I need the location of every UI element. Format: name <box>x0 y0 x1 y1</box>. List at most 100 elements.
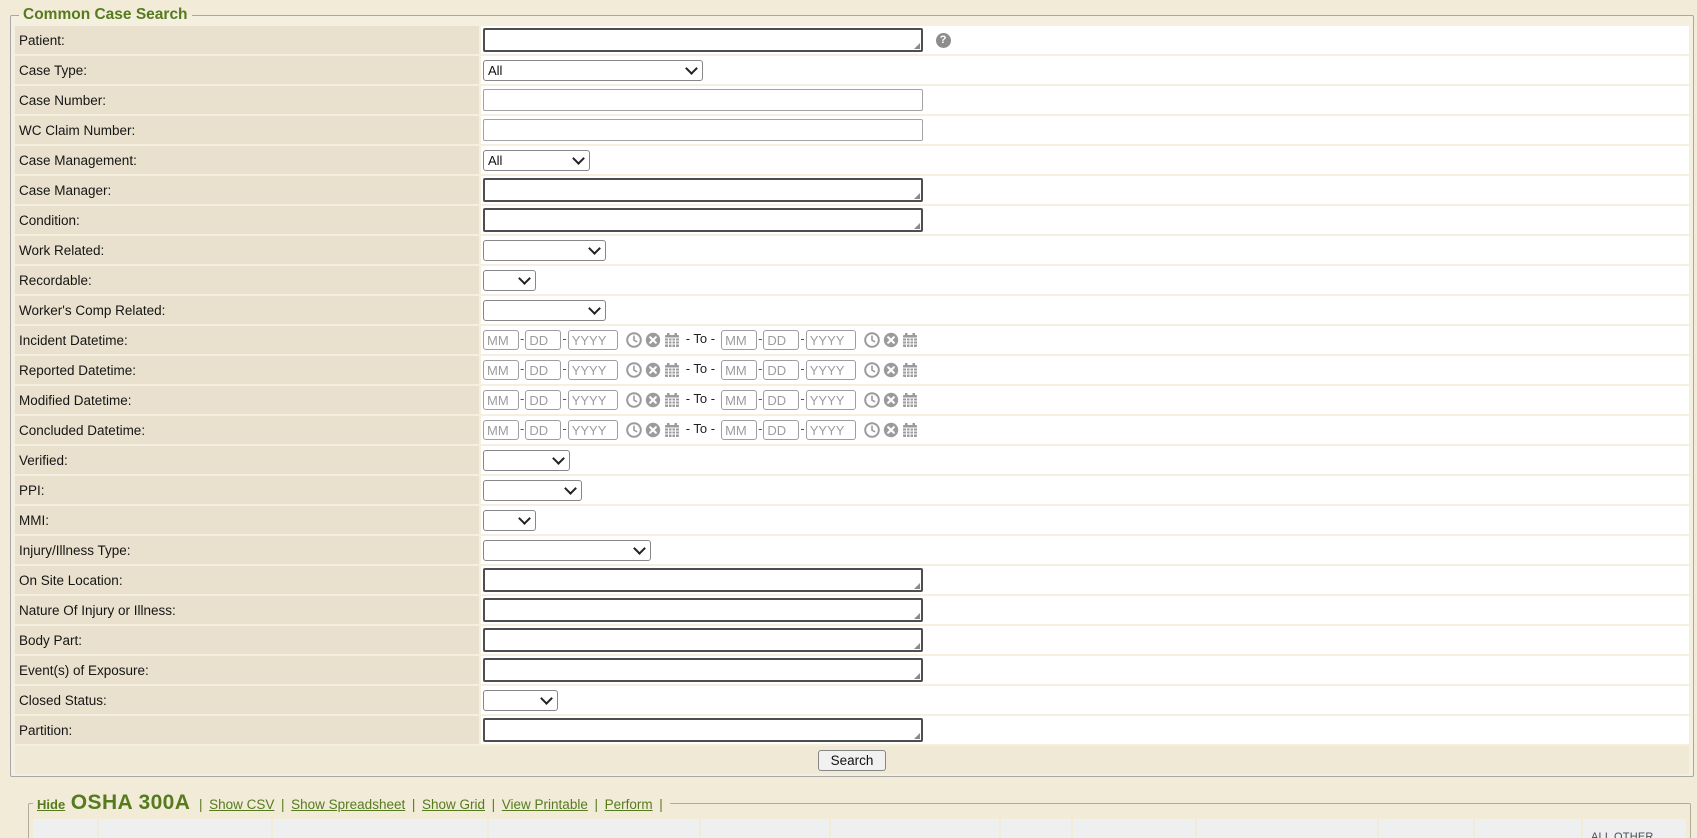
reported-to-year-input[interactable] <box>805 360 856 380</box>
concluded-from-year-input[interactable] <box>567 420 618 440</box>
form-row-mmi: MMI: <box>15 506 1689 534</box>
form-row-workers-comp-related: Worker's Comp Related: <box>15 296 1689 324</box>
calendar-icon[interactable] <box>902 422 918 438</box>
workers-comp-related-select[interactable] <box>483 299 606 321</box>
form-row-events-of-exposure: Event(s) of Exposure: <box>15 656 1689 684</box>
clear-icon[interactable] <box>883 392 899 408</box>
events-of-exposure-input[interactable] <box>483 658 923 682</box>
on-site-location-input[interactable] <box>483 568 923 592</box>
concluded-to-day-input[interactable] <box>763 420 800 440</box>
show-grid-link[interactable]: Show Grid <box>422 797 485 812</box>
osha-300a-section: Hide OSHA 300A | Show CSV | Show Spreads… <box>28 791 1691 838</box>
modified-to-month-input[interactable] <box>721 390 758 410</box>
clear-icon[interactable] <box>883 362 899 378</box>
calendar-icon[interactable] <box>902 392 918 408</box>
work-related-select[interactable] <box>483 239 606 261</box>
view-printable-link[interactable]: View Printable <box>502 797 588 812</box>
clear-icon[interactable] <box>645 392 661 408</box>
clock-icon[interactable] <box>863 362 880 378</box>
clock-icon[interactable] <box>863 422 880 438</box>
incident-to-year-input[interactable] <box>805 330 856 350</box>
concluded-from-day-input[interactable] <box>525 420 562 440</box>
hide-link[interactable]: Hide <box>37 797 65 812</box>
reported-from-year-input[interactable] <box>567 360 618 380</box>
mmi-label: MMI: <box>15 506 479 534</box>
incident-to-day-input[interactable] <box>763 330 800 350</box>
clear-icon[interactable] <box>645 332 661 348</box>
condition-input[interactable] <box>483 208 923 232</box>
form-row-verified: Verified: <box>15 446 1689 474</box>
incident-from-year-input[interactable] <box>567 330 618 350</box>
chevron-down-icon <box>685 62 698 75</box>
nature-of-injury-input[interactable] <box>483 598 923 622</box>
form-row-condition: Condition: <box>15 206 1689 234</box>
calendar-icon[interactable] <box>664 392 680 408</box>
events-of-exposure-label: Event(s) of Exposure: <box>15 656 479 684</box>
incident-from-month-input[interactable] <box>483 330 519 350</box>
concluded-to-year-input[interactable] <box>805 420 856 440</box>
perform-link[interactable]: Perform <box>605 797 653 812</box>
modified-from-year-input[interactable] <box>567 390 618 410</box>
injury-illness-type-select[interactable] <box>483 539 651 561</box>
form-row-case-manager: Case Manager: <box>15 176 1689 204</box>
case-manager-input[interactable] <box>483 178 923 202</box>
modified-to-year-input[interactable] <box>805 390 856 410</box>
case-type-select[interactable]: All <box>483 59 703 81</box>
form-row-work-related: Work Related: <box>15 236 1689 264</box>
form-row-body-part: Body Part: <box>15 626 1689 654</box>
clock-icon[interactable] <box>863 392 880 408</box>
closed-status-label: Closed Status: <box>15 686 479 714</box>
modified-to-day-input[interactable] <box>763 390 800 410</box>
calendar-icon[interactable] <box>902 332 918 348</box>
clock-icon[interactable] <box>863 332 880 348</box>
form-row-recordable: Recordable: <box>15 266 1689 294</box>
show-csv-link[interactable]: Show CSV <box>209 797 274 812</box>
show-spreadsheet-link[interactable]: Show Spreadsheet <box>291 797 405 812</box>
calendar-icon[interactable] <box>902 362 918 378</box>
clear-icon[interactable] <box>645 422 661 438</box>
ppi-select[interactable] <box>483 479 582 501</box>
work-related-label: Work Related: <box>15 236 479 264</box>
chevron-down-icon <box>518 272 531 285</box>
case-number-input[interactable] <box>483 89 923 111</box>
reported-to-day-input[interactable] <box>763 360 800 380</box>
concluded-to-month-input[interactable] <box>721 420 758 440</box>
incident-from-day-input[interactable] <box>525 330 562 350</box>
chevron-down-icon <box>564 482 577 495</box>
clear-icon[interactable] <box>645 362 661 378</box>
reported-from-month-input[interactable] <box>483 360 519 380</box>
clock-icon[interactable] <box>625 362 642 378</box>
reported-from-day-input[interactable] <box>525 360 562 380</box>
clock-icon[interactable] <box>625 332 642 348</box>
page-title: Common Case Search <box>23 6 188 23</box>
col-respiratory-conditions: RESPIRATORY CONDITIONS <box>1197 819 1377 838</box>
range-separator: - To - <box>685 361 716 377</box>
concluded-from-month-input[interactable] <box>483 420 519 440</box>
wc-claim-number-input[interactable] <box>483 119 923 141</box>
clear-icon[interactable] <box>883 332 899 348</box>
modified-from-day-input[interactable] <box>525 390 562 410</box>
clock-icon[interactable] <box>625 392 642 408</box>
search-button[interactable]: Search <box>817 749 887 771</box>
col-poisonings: POISONINGS <box>1379 819 1473 838</box>
reported-to-month-input[interactable] <box>721 360 758 380</box>
calendar-icon[interactable] <box>664 422 680 438</box>
mmi-select[interactable] <box>483 509 536 531</box>
clock-icon[interactable] <box>625 422 642 438</box>
recordable-select[interactable] <box>483 269 536 291</box>
form-row-wc-claim-number: WC Claim Number: <box>15 116 1689 144</box>
calendar-icon[interactable] <box>664 362 680 378</box>
body-part-input[interactable] <box>483 628 923 652</box>
partition-input[interactable] <box>483 718 923 742</box>
incident-to-month-input[interactable] <box>721 330 758 350</box>
workers-comp-related-label: Worker's Comp Related: <box>15 296 479 324</box>
clear-icon[interactable] <box>883 422 899 438</box>
case-management-select[interactable]: All <box>483 149 590 171</box>
closed-status-select[interactable] <box>483 689 558 711</box>
modified-from-month-input[interactable] <box>483 390 519 410</box>
calendar-icon[interactable] <box>664 332 680 348</box>
verified-select[interactable] <box>483 449 570 471</box>
help-icon[interactable]: ? <box>935 32 951 48</box>
patient-input[interactable] <box>483 28 923 52</box>
osha-300a-table: DEATHS INCIDENTS W/ DAYS AWAY INCIDENTS … <box>31 817 1688 838</box>
